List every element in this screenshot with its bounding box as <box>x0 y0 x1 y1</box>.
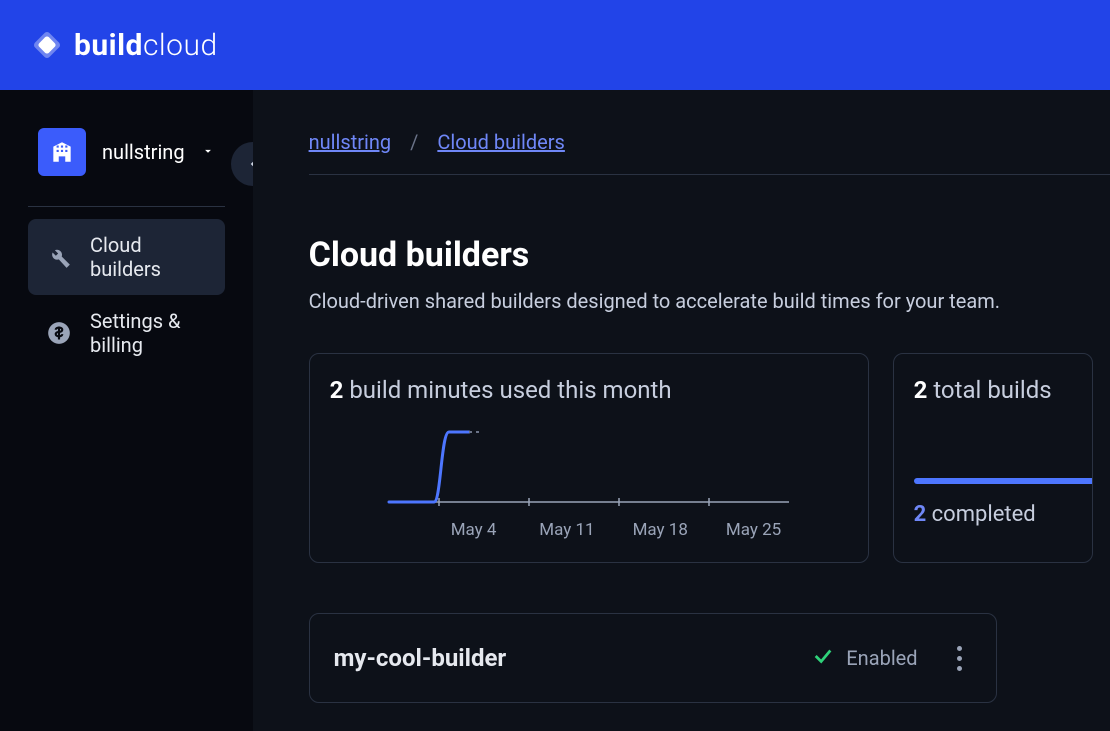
build-minutes-chart: May 4 May 11 May 18 May 25 <box>330 422 848 542</box>
builder-actions-menu[interactable] <box>948 646 972 671</box>
brand-logo[interactable]: buildcloud <box>30 28 218 63</box>
breadcrumb-org-link[interactable]: nullstring <box>309 130 392 154</box>
x-tick-label: May 11 <box>532 520 602 540</box>
sidebar-item-label: Cloud builders <box>90 233 207 281</box>
chevron-down-icon <box>201 143 215 162</box>
breadcrumb-page-link[interactable]: Cloud builders <box>437 130 565 154</box>
brand-wordmark: buildcloud <box>74 28 218 63</box>
completion-bar <box>914 478 1093 484</box>
org-name: nullstring <box>102 140 185 164</box>
org-switcher[interactable]: nullstring <box>28 118 225 186</box>
build-minutes-metric: 2 build minutes used this month <box>330 376 848 404</box>
builder-row[interactable]: my-cool-builder Enabled <box>309 613 997 703</box>
page-description: Cloud-driven shared builders designed to… <box>309 289 1110 313</box>
sidebar: nullstring Cloud builders Settings & bil… <box>0 90 253 731</box>
breadcrumb-separator: / <box>410 130 418 154</box>
wrench-icon <box>46 244 72 270</box>
x-tick-label: May 18 <box>625 520 695 540</box>
completed-metric: 2 completed <box>914 502 1072 527</box>
builder-status: Enabled <box>812 645 917 672</box>
total-builds-metric: 2 total builds <box>914 376 1072 404</box>
divider <box>28 206 225 207</box>
org-building-icon <box>38 128 86 176</box>
breadcrumb: nullstring / Cloud builders <box>309 130 1110 154</box>
dollar-circle-icon <box>46 320 72 346</box>
sidebar-item-label: Settings & billing <box>90 309 207 357</box>
brand-logo-icon <box>30 28 64 62</box>
total-builds-card: 2 total builds 2 completed <box>893 353 1093 563</box>
page-title: Cloud builders <box>309 235 1110 275</box>
builder-status-label: Enabled <box>846 646 917 670</box>
sidebar-item-settings-billing[interactable]: Settings & billing <box>28 295 225 371</box>
x-tick-label: May 25 <box>719 520 789 540</box>
main-content: nullstring / Cloud builders Cloud builde… <box>253 90 1110 731</box>
stats-row: 2 build minutes used this month May 4 Ma… <box>309 353 1110 563</box>
divider <box>309 174 1110 175</box>
check-icon <box>812 645 834 672</box>
sidebar-item-cloud-builders[interactable]: Cloud builders <box>28 219 225 295</box>
chart-x-axis-ticks: May 4 May 11 May 18 May 25 <box>389 520 789 540</box>
topbar: buildcloud <box>0 0 1110 90</box>
build-minutes-card: 2 build minutes used this month May 4 Ma… <box>309 353 869 563</box>
builder-name: my-cool-builder <box>334 644 813 672</box>
x-tick-label: May 4 <box>439 520 509 540</box>
